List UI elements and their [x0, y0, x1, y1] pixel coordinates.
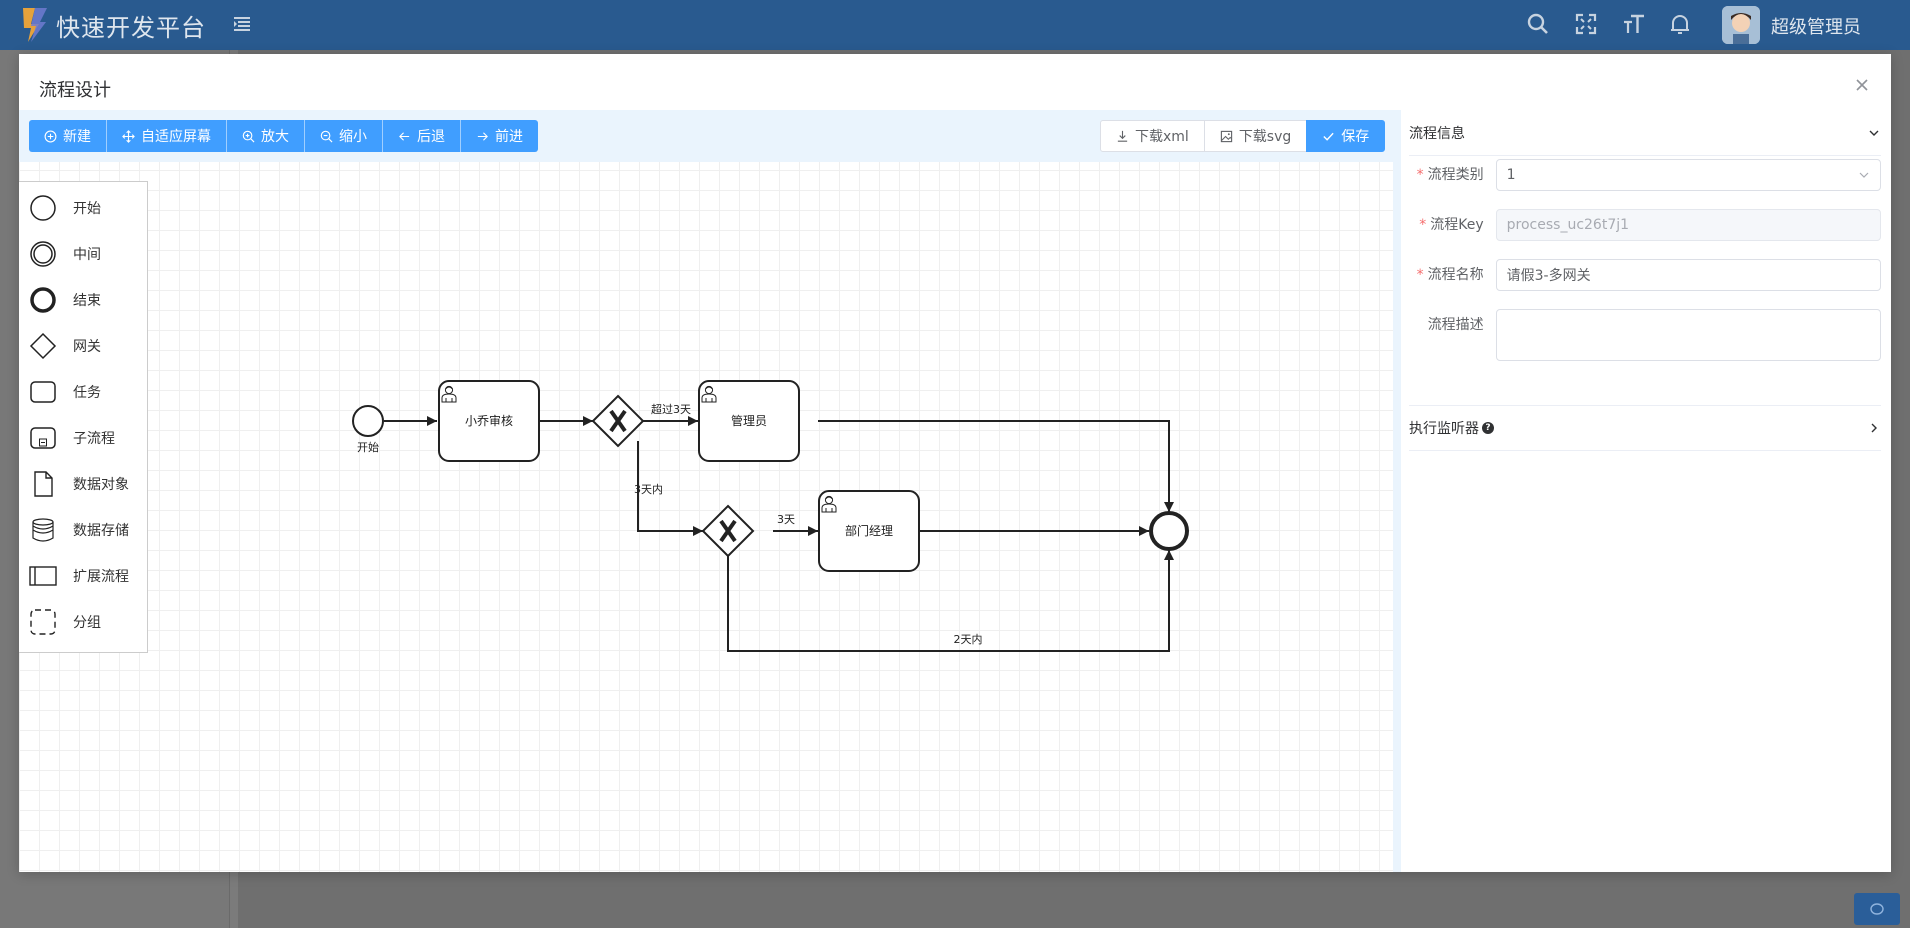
arrow-left-icon — [399, 131, 410, 141]
palette-group[interactable]: 分组 — [19, 602, 148, 642]
download-svg-button[interactable]: 下载svg — [1203, 120, 1308, 152]
download-xml-button[interactable]: 下载xml — [1100, 120, 1205, 152]
bell-icon[interactable] — [1668, 12, 1692, 36]
process-description-textarea[interactable] — [1495, 309, 1881, 361]
section-execution-listener[interactable]: 执行监听器? — [1409, 405, 1881, 451]
zoom-in-icon — [242, 130, 255, 142]
section-process-info[interactable]: 流程信息 — [1409, 110, 1881, 156]
palette-subprocess[interactable]: 子流程 — [19, 418, 148, 458]
toolbar-left: 新建 自适应屏幕 放大 缩小 后退 前进 — [29, 120, 538, 152]
palette-pool[interactable]: 扩展流程 — [19, 556, 148, 596]
user-name[interactable]: 超级管理员 — [1771, 13, 1861, 39]
task-icon — [30, 381, 56, 403]
end-event-icon — [30, 287, 56, 313]
palette-gateway[interactable]: 网关 — [19, 326, 148, 366]
chevron-right-icon — [1871, 423, 1877, 433]
subprocess-icon — [30, 427, 56, 449]
chat-button[interactable] — [1854, 893, 1900, 925]
search-icon[interactable] — [1526, 12, 1550, 36]
user-task[interactable]: 部门经理 — [818, 490, 920, 572]
font-size-icon[interactable] — [1622, 12, 1646, 36]
svg-text:部门经理: 部门经理 — [845, 523, 893, 538]
svg-text:管理员: 管理员 — [731, 413, 767, 428]
arrow-right-icon — [477, 131, 488, 141]
gateway-icon — [29, 332, 57, 360]
toolbar-right: 下载xml 下载svg 保存 — [1100, 120, 1386, 152]
form-row-description: 流程描述 — [1409, 309, 1881, 361]
end-event[interactable] — [1149, 511, 1189, 551]
data-store-icon — [32, 518, 54, 542]
fullscreen-icon[interactable] — [1574, 12, 1598, 36]
zoom-in-button[interactable]: 放大 — [227, 120, 305, 152]
form-row-name: * 流程名称 请假3-多网关 — [1409, 259, 1881, 291]
form-row-category: * 流程类别 1 — [1409, 159, 1881, 191]
image-icon — [1220, 130, 1232, 142]
check-icon — [1323, 132, 1334, 141]
form-row-key: * 流程Key process_uc26t7j1 — [1409, 209, 1881, 241]
logo-icon — [23, 8, 47, 42]
intermediate-event-icon — [30, 241, 56, 267]
start-event-icon — [30, 195, 56, 221]
process-name-input[interactable]: 请假3-多网关 — [1495, 259, 1881, 291]
avatar[interactable] — [1722, 6, 1760, 44]
palette-end-event[interactable]: 结束 — [19, 280, 148, 320]
panel-divider[interactable] — [1393, 110, 1401, 872]
category-select[interactable]: 1 — [1495, 159, 1881, 191]
redo-button[interactable]: 前进 — [461, 120, 538, 152]
dialog-title: 流程设计 — [39, 80, 111, 101]
element-palette: 开始 中间 结束 网关 任务 子流程 数据对象 数据存储 扩展流程 分组 — [19, 181, 148, 653]
zoom-out-button[interactable]: 缩小 — [305, 120, 383, 152]
svg-text:小乔审核: 小乔审核 — [465, 413, 513, 428]
data-object-icon — [34, 471, 53, 497]
avatar-image — [1722, 6, 1760, 44]
chevron-down-icon — [1859, 172, 1869, 178]
help-icon[interactable]: ? — [1482, 422, 1494, 434]
close-icon[interactable] — [1853, 76, 1871, 94]
user-task[interactable]: 小乔审核 — [438, 380, 540, 462]
palette-task[interactable]: 任务 — [19, 372, 148, 412]
palette-data-object[interactable]: 数据对象 — [19, 464, 148, 504]
zoom-out-icon — [320, 130, 333, 142]
process-key-input: process_uc26t7j1 — [1495, 209, 1881, 241]
palette-intermediate-event[interactable]: 中间 — [19, 234, 148, 274]
group-icon — [30, 609, 56, 635]
new-button[interactable]: 新建 — [29, 120, 107, 152]
save-button[interactable]: 保存 — [1306, 120, 1386, 152]
chevron-down-icon — [1869, 130, 1879, 136]
download-icon — [1117, 130, 1128, 142]
pool-icon — [29, 566, 57, 586]
move-icon — [122, 129, 135, 143]
process-design-dialog: 流程设计 新建 自适应屏幕 放大 缩小 后退 前进 下载xml 下载svg 保存… — [19, 54, 1891, 872]
app-title: 快速开发平台 — [56, 14, 206, 42]
start-event[interactable] — [352, 405, 384, 437]
palette-start-event[interactable]: 开始 — [19, 188, 148, 228]
diagram-canvas[interactable] — [19, 110, 1397, 872]
palette-data-store[interactable]: 数据存储 — [19, 510, 148, 550]
fit-screen-button[interactable]: 自适应屏幕 — [107, 120, 227, 152]
plus-circle-icon — [44, 130, 57, 142]
undo-button[interactable]: 后退 — [383, 120, 461, 152]
user-task[interactable]: 管理员 — [698, 380, 800, 462]
top-navbar: 快速开发平台 超级管理员 — [0, 0, 1910, 50]
chat-icon — [1870, 903, 1884, 915]
menu-icon[interactable] — [232, 14, 252, 34]
